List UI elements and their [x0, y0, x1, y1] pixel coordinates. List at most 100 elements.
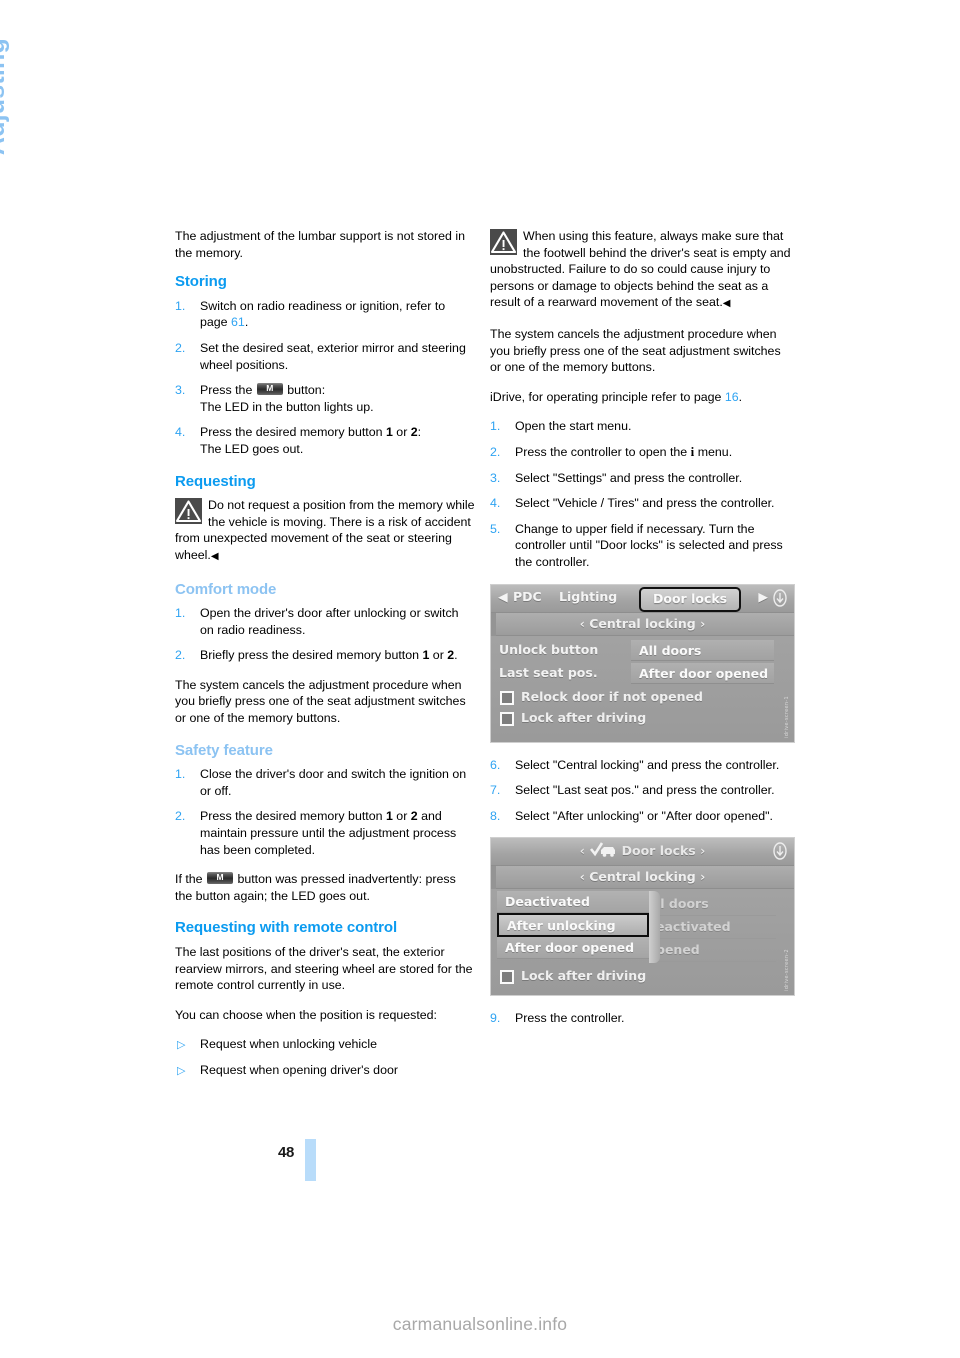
page-edge-bar — [305, 1139, 316, 1181]
nav-left-arrow-icon[interactable]: ◀ — [498, 589, 508, 606]
heading-storing: Storing — [175, 273, 227, 291]
warning-text-body: Do not request a position from the memor… — [175, 498, 475, 562]
table-row[interactable]: Unlock button All doors — [491, 639, 794, 662]
warning-text: Do not request a position from the memor… — [175, 497, 475, 565]
step-number: 1. — [175, 298, 186, 313]
tab-door-locks-selected[interactable]: Door locks — [639, 586, 742, 613]
step-text: Close the driver's door and switch the i… — [200, 767, 467, 798]
option-after-door-opened[interactable]: After door opened — [497, 937, 649, 960]
list-item: 6. Select "Central locking" and press th… — [490, 757, 795, 774]
step-text: Open the start menu. — [515, 419, 632, 434]
left-column: The adjustment of the lumbar support is … — [175, 228, 475, 1089]
bullet-text: Request when unlocking vehicle — [200, 1037, 378, 1052]
bullet-text: Request when opening driver's door — [200, 1062, 398, 1077]
row-label: Last seat pos. — [499, 664, 598, 680]
table-row[interactable]: Last seat pos. After door opened — [491, 662, 794, 685]
memory-button-1: 1 — [385, 425, 393, 440]
list-item: 1. Close the driver's door and switch th… — [175, 766, 475, 799]
idrive-title: Door locks — [621, 843, 696, 859]
memory-button-label: M — [216, 872, 224, 883]
step-subtext: The LED goes out. — [200, 441, 304, 456]
down-arrow-circle-icon[interactable] — [772, 588, 788, 607]
step-number: 5. — [490, 521, 501, 536]
tab-lighting[interactable]: Lighting — [559, 589, 617, 606]
step-number: 2. — [175, 340, 186, 355]
chapter-tab-label: Adjusting — [0, 38, 10, 156]
idrive-title-group: ‹ Door locks › — [491, 842, 794, 863]
warning-block-footwell: When using this feature, always make sur… — [490, 228, 795, 313]
idrive-subtitle-central-locking: ‹ Central locking › — [491, 612, 794, 636]
page-reference[interactable]: 16 — [725, 390, 739, 404]
safety-feature-closing: If the M button was pressed inadvertentl… — [175, 871, 475, 904]
step-number: 7. — [490, 783, 501, 798]
idrive-subtitle-central-locking: ‹ Central locking › — [491, 866, 794, 890]
storing-steps: 1. Switch on radio readiness or ignition… — [175, 298, 475, 458]
checkbox-lock-after-driving[interactable]: Lock after driving — [491, 965, 794, 986]
row-label: Unlock button — [499, 641, 599, 657]
title-left-arrow-icon[interactable]: ‹ — [580, 843, 585, 858]
idrive-steps-1-5: 1. Open the start menu. 2. Press the con… — [490, 418, 795, 570]
page-reference[interactable]: 61 — [231, 315, 245, 329]
list-item: 1. Open the start menu. — [490, 418, 795, 435]
dropdown-options-popup[interactable]: Deactivated After unlocking After door o… — [497, 891, 660, 964]
remote-paragraph-2: You can choose when the position is requ… — [175, 1007, 437, 1022]
step-number: 3. — [490, 470, 501, 485]
row-value[interactable]: All doors — [631, 639, 774, 661]
list-item: 2. Set the desired seat, exterior mirror… — [175, 340, 475, 373]
idrive-ref-text: iDrive, for operating principle refer to… — [490, 389, 725, 404]
cancel-paragraph: The system cancels the adjustment proced… — [490, 326, 781, 375]
step-text: Press the desired memory button — [200, 809, 386, 824]
image-watermark: idrive-screen-1 — [784, 695, 790, 738]
list-item: 5. Change to upper field if necessary. T… — [490, 521, 795, 571]
step-number: 1. — [175, 767, 186, 782]
closing-text-a: If the — [175, 872, 206, 887]
step-text: Open the driver's door after unlocking o… — [200, 606, 459, 637]
memory-button-2: 2 — [410, 425, 418, 440]
heading-safety-feature: Safety feature — [175, 741, 273, 759]
checkbox-icon[interactable] — [500, 711, 514, 726]
idrive-screenshot-last-seat-pos: ‹ Door locks › ‹ Central locking › ll do… — [490, 837, 795, 997]
end-marker: ◀ — [722, 298, 731, 310]
step-text-mid: or — [392, 425, 411, 440]
checkbox-icon[interactable] — [500, 970, 514, 985]
step-number: 1. — [175, 606, 186, 621]
option-deactivated[interactable]: Deactivated — [497, 891, 649, 914]
end-marker: ◀ — [210, 550, 219, 562]
step-text-tail: : — [417, 425, 422, 440]
warning-text: When using this feature, always make sur… — [490, 228, 795, 313]
idrive-title-bar: ‹ Door locks › — [491, 838, 794, 867]
step-text: Press the controller to open the — [515, 444, 691, 459]
triangle-bullet-icon: ▷ — [177, 1064, 186, 1077]
list-item: 2. Briefly press the desired memory butt… — [175, 647, 475, 664]
footer-watermark: carmanualsonline.info — [392, 1314, 568, 1334]
idrive-body: ll doors eactivated pened Deactivated Af… — [491, 889, 794, 996]
step-text-tail: menu. — [694, 444, 733, 459]
step-number: 4. — [490, 496, 501, 511]
tab-pdc[interactable]: PDC — [513, 589, 542, 606]
list-item: 7. Select "Last seat pos." and press the… — [490, 782, 795, 799]
list-item: 9. Press the controller. — [490, 1010, 795, 1027]
step-number: 2. — [175, 648, 186, 663]
checkbox-relock-door[interactable]: Relock door if not opened — [491, 686, 794, 707]
title-right-arrow-icon[interactable]: › — [700, 843, 705, 858]
step-text: Briefly press the desired memory button — [200, 648, 423, 663]
idrive-reference: iDrive, for operating principle refer to… — [490, 389, 795, 406]
checkbox-icon[interactable] — [500, 690, 514, 705]
step-text: Select "Central locking" and press the c… — [515, 757, 780, 772]
remote-paragraph-1: The last positions of the driver's seat,… — [175, 945, 473, 993]
checkbox-lock-after-driving[interactable]: Lock after driving — [491, 707, 794, 728]
nav-right-arrow-icon[interactable]: ▶ — [758, 589, 768, 606]
ghost-value: ll doors — [656, 893, 776, 917]
check-car-icon — [589, 842, 617, 863]
memory-button-1: 1 — [385, 809, 393, 824]
down-arrow-circle-icon[interactable] — [772, 842, 788, 860]
row-value[interactable]: After door opened — [631, 662, 774, 684]
step-text-tail: . — [454, 648, 458, 663]
step-text: Change to upper field if necessary. Turn… — [515, 521, 783, 569]
step-number: 2. — [490, 444, 501, 459]
page-number: 48 — [278, 1144, 295, 1161]
idrive-frame: ◀ PDC Lighting Door locks ▶ ‹ Central lo… — [491, 584, 794, 742]
list-item: 8. Select "After unlocking" or "After do… — [490, 808, 795, 825]
popup-scroll-track[interactable] — [649, 891, 660, 964]
option-after-unlocking-selected[interactable]: After unlocking — [497, 913, 649, 938]
